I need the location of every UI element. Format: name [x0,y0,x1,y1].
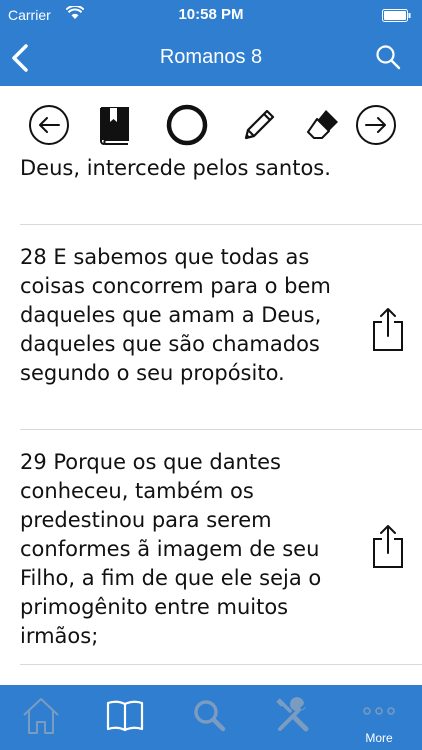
status-bar: Carrier 10:58 PM [0,0,422,30]
arrow-right-icon[interactable] [355,104,397,146]
search-tab-icon[interactable] [184,691,234,743]
book-icon[interactable] [100,691,150,743]
divider [20,429,422,430]
divider [20,664,422,665]
verse-text: 29 Porque os que dantes conheceu, também… [20,450,322,648]
verse-item[interactable]: 28 E sabemos que todas as coisas concorr… [20,243,420,388]
eraser-icon[interactable] [302,104,344,146]
more-label: More [365,731,393,745]
verse-text: 28 E sabemos que todas as coisas concorr… [20,245,331,385]
bookmark-book-icon[interactable] [94,104,136,146]
battery-icon [382,9,411,22]
verse-item[interactable]: 29 Porque os que dantes conheceu, também… [20,448,420,651]
clock: 10:58 PM [178,6,244,23]
tools-icon[interactable] [268,691,318,743]
verse-list[interactable]: Deus, intercede pelos santos. 28 E sabem… [0,148,422,685]
share-icon[interactable] [370,306,406,352]
tab-bar: More [0,685,422,750]
home-icon[interactable] [16,691,66,743]
more-icon [363,707,395,715]
navigation-bar: Romanos 8 [0,30,422,86]
verse-text: Deus, intercede pelos santos. [20,156,331,180]
divider [20,224,422,225]
circle-icon[interactable] [166,104,208,146]
search-icon[interactable] [374,43,402,71]
verse-item[interactable]: Deus, intercede pelos santos. [20,154,420,183]
pencil-icon[interactable] [238,104,280,146]
more-tab[interactable]: More [352,691,406,745]
arrow-left-icon[interactable] [28,104,70,146]
page-title: Romanos 8 [159,46,263,68]
share-icon[interactable] [370,523,406,569]
